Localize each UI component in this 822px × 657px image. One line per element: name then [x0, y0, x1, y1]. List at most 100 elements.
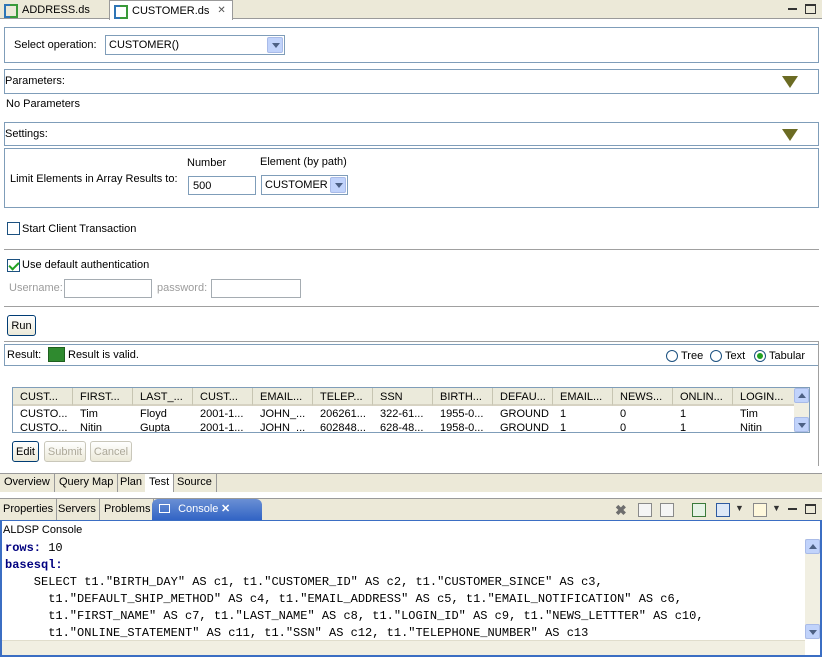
open-console-icon[interactable] [753, 503, 767, 517]
password-input[interactable] [211, 279, 301, 298]
settings-header[interactable]: Settings: [4, 122, 819, 146]
scroll-up-icon[interactable] [805, 539, 820, 554]
number-input[interactable]: 500 [188, 176, 256, 195]
scroll-up-icon[interactable] [794, 388, 809, 403]
table-scrollbar[interactable] [794, 388, 809, 432]
column-header[interactable]: EMAIL... [253, 388, 313, 406]
table-cell: 1 [560, 422, 567, 433]
editor-tab-customer[interactable]: CUSTOMER.ds ✕ [109, 0, 233, 20]
close-console-icon[interactable]: ✕ [221, 499, 230, 520]
table-cell: GROUND [500, 422, 549, 433]
column-header[interactable]: LAST_... [133, 388, 193, 406]
table-cell: 1 [680, 422, 687, 433]
view-tabular-radio[interactable] [754, 350, 766, 362]
username-label: Username: [9, 282, 63, 294]
column-header[interactable]: BIRTH... [433, 388, 493, 406]
page-tab-test[interactable]: Test [145, 474, 175, 492]
console-hscrollbar[interactable] [2, 640, 805, 655]
column-header[interactable]: LOGIN... [733, 388, 796, 406]
maximize-icon[interactable] [805, 504, 816, 514]
table-cell: 2001-1... [200, 408, 244, 420]
table-cell: 602848... [320, 422, 366, 433]
page-tab-overview[interactable]: Overview [0, 474, 55, 492]
run-button[interactable]: Run [7, 315, 36, 336]
client-transaction-checkbox[interactable] [7, 222, 20, 235]
element-label: Element (by path) [260, 156, 347, 168]
dataservice-icon [4, 3, 18, 18]
console-key: basesql: [5, 558, 63, 572]
dropdown-arrow-icon[interactable] [330, 177, 346, 193]
view-tab-console[interactable]: Console ✕ [152, 499, 262, 521]
operation-select[interactable]: CUSTOMER() [105, 35, 285, 55]
table-cell: Nitin [740, 422, 763, 433]
table-cell: 206261... [320, 408, 366, 420]
editor-tab-label: CUSTOMER.ds [132, 4, 210, 17]
collapse-triangle-icon[interactable] [782, 129, 798, 141]
scroll-down-icon[interactable] [794, 417, 809, 432]
view-tree-radio[interactable] [666, 350, 678, 362]
column-header[interactable]: EMAIL... [553, 388, 613, 406]
table-cell: 1 [560, 408, 567, 420]
column-header[interactable]: ONLIN... [673, 388, 733, 406]
console-panel: ALDSP Console rows: 10 basesql: SELECT t1… [0, 520, 822, 657]
view-text-radio[interactable] [710, 350, 722, 362]
username-input[interactable] [64, 279, 152, 298]
table-cell: CUSTO... [20, 408, 68, 420]
remove-launch-icon[interactable] [638, 503, 652, 517]
table-cell: 628-48... [380, 422, 424, 433]
page-tab-query-map[interactable]: Query Map [55, 474, 119, 492]
limit-label: Limit Elements in Array Results to: [10, 173, 178, 185]
column-header[interactable]: CUST... [193, 388, 253, 406]
column-header[interactable]: DEFAU... [493, 388, 553, 406]
display-console-icon[interactable] [716, 503, 730, 517]
operation-label: Select operation: [14, 39, 97, 51]
page-tab-bar: Overview Query Map Plan Test Source [0, 473, 822, 492]
default-auth-checkbox[interactable] [7, 259, 20, 272]
table-cell: 322-61... [380, 408, 424, 420]
collapse-triangle-icon[interactable] [782, 76, 798, 88]
table-cell: 0 [620, 408, 627, 420]
minimize-icon[interactable] [787, 4, 798, 14]
result-section: Result: Result is valid. Tree Text Tabul… [4, 344, 819, 366]
submit-button[interactable]: Submit [44, 441, 86, 462]
table-cell: Tim [740, 408, 758, 420]
column-header[interactable]: FIRST... [73, 388, 133, 406]
element-select[interactable]: CUSTOMER [261, 175, 348, 195]
table-cell: 1955-0... [440, 408, 484, 420]
password-label: password: [157, 282, 208, 294]
view-tab-problems[interactable]: Problems [101, 499, 155, 521]
close-tab-icon[interactable]: ✕ [217, 5, 225, 16]
display-dropdown-icon[interactable]: ▼ [735, 503, 744, 513]
console-line: t1."DEFAULT_SHIP_METHOD" AS c4, t1."EMAI… [5, 592, 682, 606]
console-output[interactable]: rows: 10 basesql: SELECT t1."BIRTH_DAY" A… [5, 540, 805, 642]
page-tab-plan[interactable]: Plan [116, 474, 148, 492]
console-icon [159, 504, 170, 513]
remove-all-icon[interactable] [660, 503, 674, 517]
console-title: ALDSP Console [3, 524, 83, 536]
cancel-button[interactable]: Cancel [90, 441, 132, 462]
column-header[interactable]: SSN [373, 388, 433, 406]
parameters-header[interactable]: Parameters: [4, 69, 819, 94]
view-tab-properties[interactable]: Properties [0, 499, 58, 521]
column-header[interactable]: CUST... [13, 388, 73, 406]
minimize-icon[interactable] [787, 504, 798, 514]
table-cell: GROUND [500, 408, 549, 420]
console-scrollbar[interactable] [805, 539, 820, 639]
page-tab-source[interactable]: Source [173, 474, 217, 492]
result-status: Result is valid. [68, 349, 139, 361]
open-console-dropdown-icon[interactable]: ▼ [772, 503, 781, 513]
terminate-icon[interactable]: ✖ [615, 503, 629, 517]
column-header[interactable]: NEWS... [613, 388, 673, 406]
view-tab-servers[interactable]: Servers [55, 499, 100, 521]
scroll-down-icon[interactable] [805, 624, 820, 639]
maximize-icon[interactable] [805, 4, 816, 14]
console-key: rows: [5, 541, 42, 555]
divider [818, 341, 819, 466]
table-cell: Nitin [80, 422, 103, 433]
column-header[interactable]: TELEP... [313, 388, 373, 406]
edit-button[interactable]: Edit [12, 441, 39, 462]
editor-tab-address[interactable]: ADDRESS.ds [0, 0, 108, 19]
pin-console-icon[interactable] [692, 503, 706, 517]
dropdown-arrow-icon[interactable] [267, 37, 283, 53]
table-cell: JOHN_... [260, 422, 306, 433]
